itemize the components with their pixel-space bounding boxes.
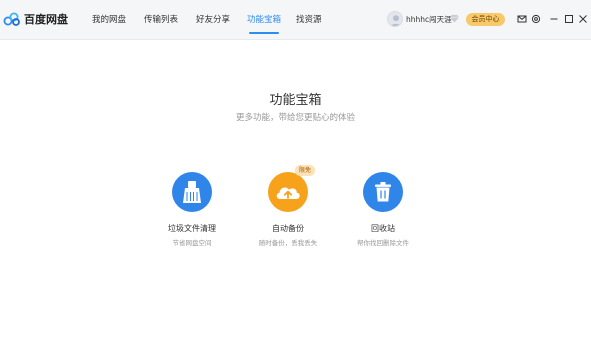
tool-name: 回收站 <box>371 224 395 233</box>
page-title: 功能宝箱 <box>269 93 322 108</box>
tool-desc: 帮你找回删除文件 <box>357 239 409 247</box>
baidu-cloud-logo-icon <box>3 12 20 26</box>
app-logo[interactable]: 百度网盘 <box>3 9 68 29</box>
close-icon[interactable] <box>578 14 588 24</box>
cloud-upload-icon[interactable] <box>268 172 308 212</box>
top-bar: 百度网盘 我的网盘 传输列表 好友分享 功能宝箱 找资源 hhhhc闯天涯 会员… <box>0 0 591 40</box>
mail-icon[interactable] <box>517 14 527 24</box>
vip-center-button[interactable]: 会员中心 <box>466 13 505 26</box>
gear-icon[interactable] <box>531 14 541 24</box>
tab-find-resources[interactable]: 找资源 <box>296 13 322 25</box>
tab-friend-share[interactable]: 好友分享 <box>196 13 230 25</box>
username[interactable]: hhhhc闯天涯 <box>406 14 452 25</box>
minimize-icon[interactable] <box>549 14 559 24</box>
trash-icon[interactable] <box>363 172 403 212</box>
tool-desc: 随时备份，丢我丢失 <box>258 239 318 247</box>
user-avatar-icon <box>390 15 402 26</box>
tool-name: 垃圾文件清理 <box>168 224 216 233</box>
tab-my-drive[interactable]: 我的网盘 <box>92 13 126 25</box>
broom-icon[interactable] <box>172 172 212 212</box>
diamond-icon <box>450 14 459 23</box>
app-name: 百度网盘 <box>24 13 68 26</box>
maximize-icon[interactable] <box>564 14 574 24</box>
tab-transfer-list[interactable]: 传输列表 <box>144 13 178 25</box>
avatar[interactable] <box>387 11 403 27</box>
page-subtitle: 更多功能，带给您更贴心的体验 <box>235 113 355 123</box>
tool-name: 自动备份 <box>272 224 304 233</box>
tab-toolbox[interactable]: 功能宝箱 <box>247 13 281 25</box>
tool-desc: 节省网盘空间 <box>172 239 212 247</box>
active-tab-indicator <box>249 32 279 34</box>
free-badge: 限免 <box>295 165 315 176</box>
